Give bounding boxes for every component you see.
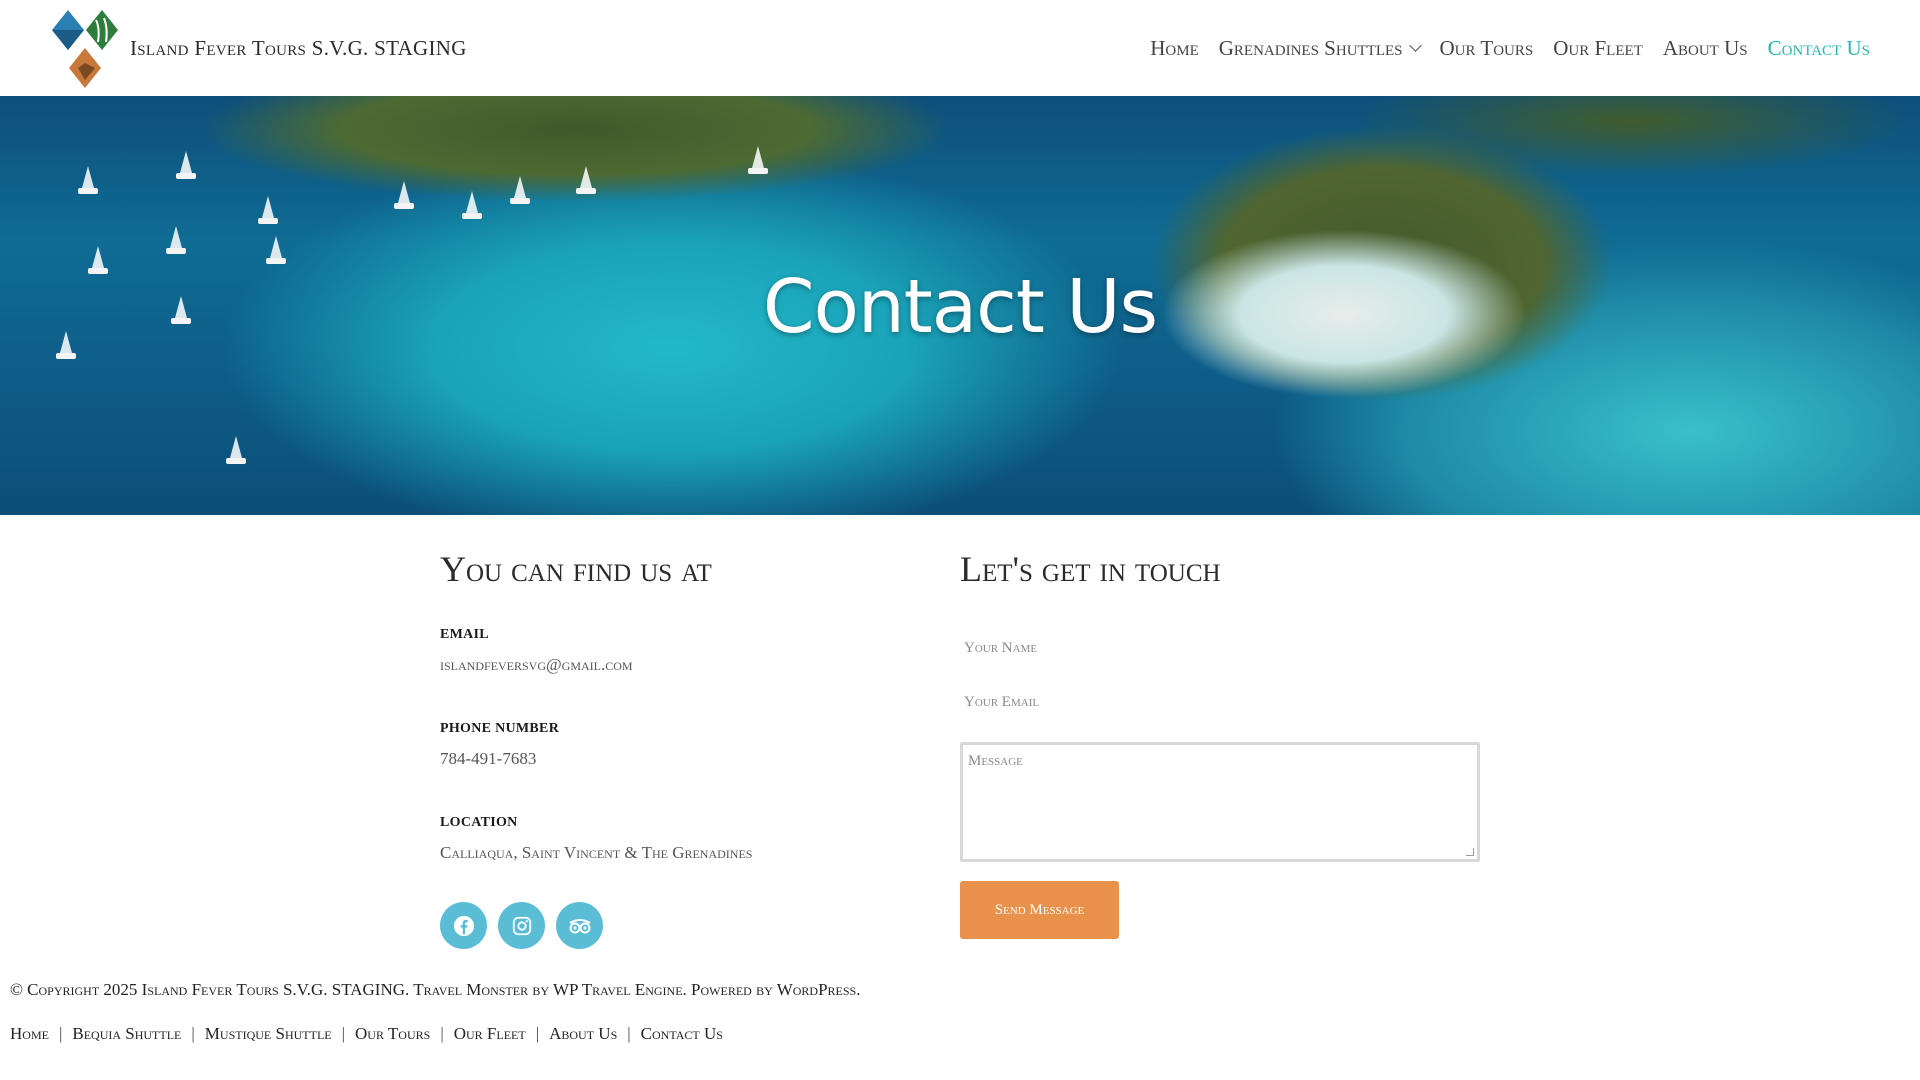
location-label: LOCATION: [440, 815, 518, 830]
footer-separator: |: [191, 1024, 195, 1043]
sailboat-image: [226, 436, 246, 464]
main-nav: Home Grenadines Shuttles Our Tours Our F…: [1150, 36, 1870, 61]
contact-form-heading: Let's get in touch: [960, 549, 1221, 589]
facebook-icon: [453, 915, 474, 936]
footer-link-mustique-shuttle[interactable]: Mustique Shuttle: [205, 1024, 332, 1044]
hero-banner: Contact Us: [0, 96, 1920, 515]
resize-handle-icon[interactable]: [1466, 848, 1474, 856]
nav-our-fleet[interactable]: Our Fleet: [1553, 36, 1643, 61]
tripadvisor-button[interactable]: [556, 902, 603, 949]
nav-our-fleet-label: Our Fleet: [1553, 36, 1643, 60]
instagram-icon: [512, 916, 531, 935]
name-field[interactable]: Your Name: [964, 640, 1037, 657]
nav-our-tours-label: Our Tours: [1439, 36, 1534, 60]
chevron-down-icon: [1408, 39, 1422, 52]
message-field[interactable]: Message: [960, 742, 1480, 862]
sailboat-image: [576, 166, 596, 194]
nav-contact-us[interactable]: Contact Us: [1768, 36, 1870, 61]
sailboat-image: [462, 191, 482, 219]
email-label: EMAIL: [440, 627, 489, 642]
nav-home[interactable]: Home: [1150, 36, 1199, 61]
sailboat-image: [748, 146, 768, 174]
instagram-button[interactable]: [498, 902, 545, 949]
footer-link-our-fleet[interactable]: Our Fleet: [454, 1024, 526, 1044]
send-message-button[interactable]: Send Message: [960, 881, 1119, 939]
message-placeholder: Message: [968, 753, 1023, 769]
nav-our-tours[interactable]: Our Tours: [1440, 36, 1534, 61]
email-value[interactable]: islandfeversvg@gmail.com: [440, 655, 633, 675]
footer-separator: |: [535, 1024, 540, 1043]
sailboat-image: [176, 151, 196, 179]
sailboat-image: [78, 166, 98, 194]
facebook-button[interactable]: [440, 902, 487, 949]
footer-link-home[interactable]: Home: [10, 1024, 49, 1044]
site-header: Island Fever Tours S.V.G. STAGING Home G…: [0, 0, 1920, 96]
hero-title: Contact Us: [762, 264, 1158, 350]
site-title[interactable]: Island Fever Tours S.V.G. STAGING: [130, 36, 467, 61]
sailboat-image: [258, 196, 278, 224]
footer-link-our-tours[interactable]: Our Tours: [355, 1024, 430, 1044]
footer-link-contact-us[interactable]: Contact Us: [641, 1024, 723, 1044]
nav-home-label: Home: [1150, 36, 1199, 60]
sailboat-image: [510, 176, 530, 204]
contact-form-section: Let's get in touch Your Name Your Email …: [960, 548, 1480, 939]
social-links: [440, 902, 603, 949]
footer-link-bequia-shuttle[interactable]: Bequia Shuttle: [72, 1024, 181, 1044]
sailboat-image: [266, 236, 286, 264]
phone-value[interactable]: 784-491-7683: [440, 749, 536, 769]
phone-label: PHONE NUMBER: [440, 721, 560, 736]
sailboat-image: [394, 181, 414, 209]
sailboat-image: [166, 226, 186, 254]
email-field[interactable]: Your Email: [964, 694, 1039, 711]
footer-copyright: © Copyright 2025 Island Fever Tours S.V.…: [10, 980, 861, 999]
footer-link-about-us[interactable]: About Us: [549, 1024, 617, 1044]
nav-about-us[interactable]: About Us: [1663, 36, 1748, 61]
contact-info-heading: You can find us at: [440, 549, 712, 589]
footer-separator: |: [341, 1024, 346, 1043]
location-value: Calliaqua, Saint Vincent & The Grenadine…: [440, 843, 753, 862]
footer-separator: |: [627, 1024, 631, 1043]
tripadvisor-icon: [568, 918, 591, 933]
nav-grenadines-shuttles-label: Grenadines Shuttles: [1218, 36, 1403, 60]
contact-info-section: You can find us at EMAIL islandfeversvg@…: [440, 548, 920, 949]
footer-nav: Home | Bequia Shuttle | Mustique Shuttle | …: [10, 1024, 723, 1044]
nav-grenadines-shuttles[interactable]: Grenadines Shuttles: [1218, 36, 1422, 61]
site-logo[interactable]: [50, 8, 120, 88]
nav-about-us-label: About Us: [1662, 36, 1748, 60]
footer-separator: |: [58, 1024, 63, 1043]
nav-contact-us-label: Contact Us: [1767, 36, 1870, 60]
footer-separator: |: [440, 1024, 444, 1043]
